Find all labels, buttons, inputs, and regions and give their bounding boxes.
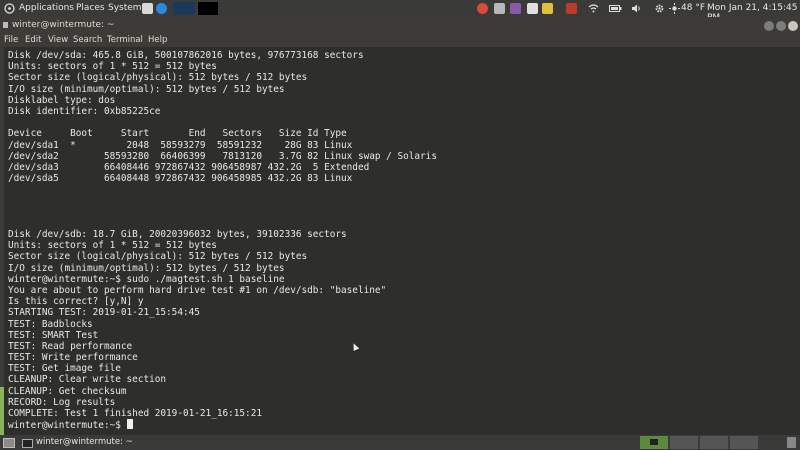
terminal-line: STARTING TEST: 2019-01-21_15:54:45: [8, 307, 200, 319]
terminal-line: winter@wintermute:~$ sudo ./magtest.sh 1…: [8, 273, 285, 285]
bottom-taskbar: winter@wintermute: ~: [0, 435, 800, 450]
menu-file[interactable]: File: [4, 35, 18, 45]
scrollbar-thumb[interactable]: [0, 387, 4, 435]
terminal-line: Disk identifier: 0xb85225ce: [8, 105, 161, 117]
ubuntu-logo-icon[interactable]: [4, 3, 15, 14]
terminal-line: You are about to perform hard drive test…: [8, 284, 387, 296]
menu-help[interactable]: Help: [148, 35, 167, 45]
applications-menu[interactable]: Applications: [19, 3, 74, 13]
launcher-archive-icon[interactable]: [142, 3, 153, 14]
terminal-output-area[interactable]: Disk /dev/sda: 465.8 GiB, 500107862016 b…: [0, 47, 800, 435]
weather-icon[interactable]: [669, 3, 680, 14]
menu-search[interactable]: Search: [73, 35, 102, 45]
places-menu[interactable]: Places: [76, 3, 105, 13]
app-tray-icon[interactable]: [494, 3, 505, 14]
terminal-task-icon: [22, 439, 33, 448]
launcher-browser-icon[interactable]: [156, 3, 167, 14]
menu-terminal[interactable]: Terminal: [107, 35, 143, 45]
workspace-2[interactable]: [670, 436, 698, 449]
window-title-bar[interactable]: winter@wintermute: ~: [0, 17, 800, 34]
terminal-line: TEST: Get image file: [8, 363, 121, 375]
workspace-4[interactable]: [730, 436, 758, 449]
terminal-line: CLEANUP: Get checksum: [8, 385, 127, 397]
launcher-app-icon[interactable]: [198, 2, 218, 15]
terminal-line: /dev/sda1 * 2048 58593279 58591232 28G 8…: [8, 139, 353, 151]
maximize-button[interactable]: [776, 21, 786, 31]
terminal-scrollbar[interactable]: [0, 47, 4, 435]
terminal-line: /dev/sda2 58593280 66406399 7813120 3.7G…: [8, 150, 437, 162]
workspace-3[interactable]: [700, 436, 728, 449]
terminal-line: Units: sectors of 1 * 512 = 512 bytes: [8, 61, 217, 73]
wifi-icon[interactable]: [588, 3, 599, 14]
mail-tray-icon[interactable]: [542, 3, 553, 14]
shell-prompt: winter@wintermute:~$: [8, 420, 127, 432]
terminal-line: Sector size (logical/physical): 512 byte…: [8, 251, 308, 263]
menu-view[interactable]: View: [48, 35, 68, 45]
terminal-line: Disk /dev/sdb: 18.7 GiB, 20020396032 byt…: [8, 229, 347, 240]
terminal-line: Sector size (logical/physical): 512 byte…: [8, 72, 308, 84]
terminal-line: COMPLETE: Test 1 finished 2019-01-21_16:…: [8, 408, 262, 419]
terminal-line: /dev/sda3 66408446 972867432 906458987 4…: [8, 161, 370, 173]
trash-icon[interactable]: [787, 437, 796, 448]
terminal-line: Device Boot Start End Sectors Size Id Ty…: [8, 128, 347, 140]
settings-gear-icon[interactable]: [654, 3, 665, 14]
terminal-line: TEST: Write performance: [8, 352, 138, 364]
battery-icon[interactable]: [609, 3, 622, 14]
terminal-line: TEST: Read performance: [8, 340, 133, 352]
terminal-line: Units: sectors of 1 * 512 = 512 bytes: [8, 240, 217, 252]
notes-tray-icon[interactable]: [510, 3, 521, 14]
chrome-tray-icon[interactable]: [477, 3, 488, 14]
record-tray-icon[interactable]: [566, 3, 577, 14]
window-title: winter@wintermute: ~: [12, 20, 115, 30]
terminal-line: /dev/sda5 66408448 972867432 906458985 4…: [8, 173, 353, 185]
workspace-terminal-icon: [650, 439, 658, 445]
text-cursor: [126, 419, 133, 430]
menu-edit[interactable]: Edit: [25, 35, 41, 45]
top-panel: Applications Places System 48 °F Mon Jan…: [0, 0, 800, 23]
terminal-window-icon: [3, 22, 8, 28]
close-button[interactable]: [788, 21, 798, 31]
terminal-output-lines: Disk /dev/sda: 465.8 GiB, 500107862016 b…: [8, 50, 437, 419]
launcher-terminal-icon[interactable]: [173, 2, 195, 15]
taskbar-window-label: winter@wintermute: ~: [36, 437, 133, 447]
terminal-line: I/O size (minimum/optimal): 512 bytes / …: [8, 83, 285, 95]
terminal-line: RECORD: Log results: [8, 396, 116, 408]
terminal-line: CLEANUP: Clear write section: [8, 374, 167, 386]
show-desktop-icon[interactable]: [3, 438, 15, 448]
volume-icon[interactable]: [631, 3, 642, 14]
terminal-line: Is this correct? [y,N] y: [8, 296, 144, 308]
terminal-menu-bar: File Edit View Search Terminal Help: [0, 34, 800, 47]
terminal-line: TEST: Badblocks: [8, 318, 93, 330]
minimize-button[interactable]: [764, 21, 774, 31]
weather-temperature[interactable]: 48 °F: [681, 3, 705, 13]
terminal-line: I/O size (minimum/optimal): 512 bytes / …: [8, 262, 285, 274]
terminal-text: Disk /dev/sda: 465.8 GiB, 500107862016 b…: [8, 50, 437, 431]
terminal-line: Disklabel type: dos: [8, 94, 116, 106]
updates-tray-icon[interactable]: [527, 3, 538, 14]
system-menu[interactable]: System: [108, 3, 142, 13]
terminal-line: TEST: SMART Test: [8, 329, 99, 341]
terminal-line: Disk /dev/sda: 465.8 GiB, 500107862016 b…: [8, 50, 364, 61]
